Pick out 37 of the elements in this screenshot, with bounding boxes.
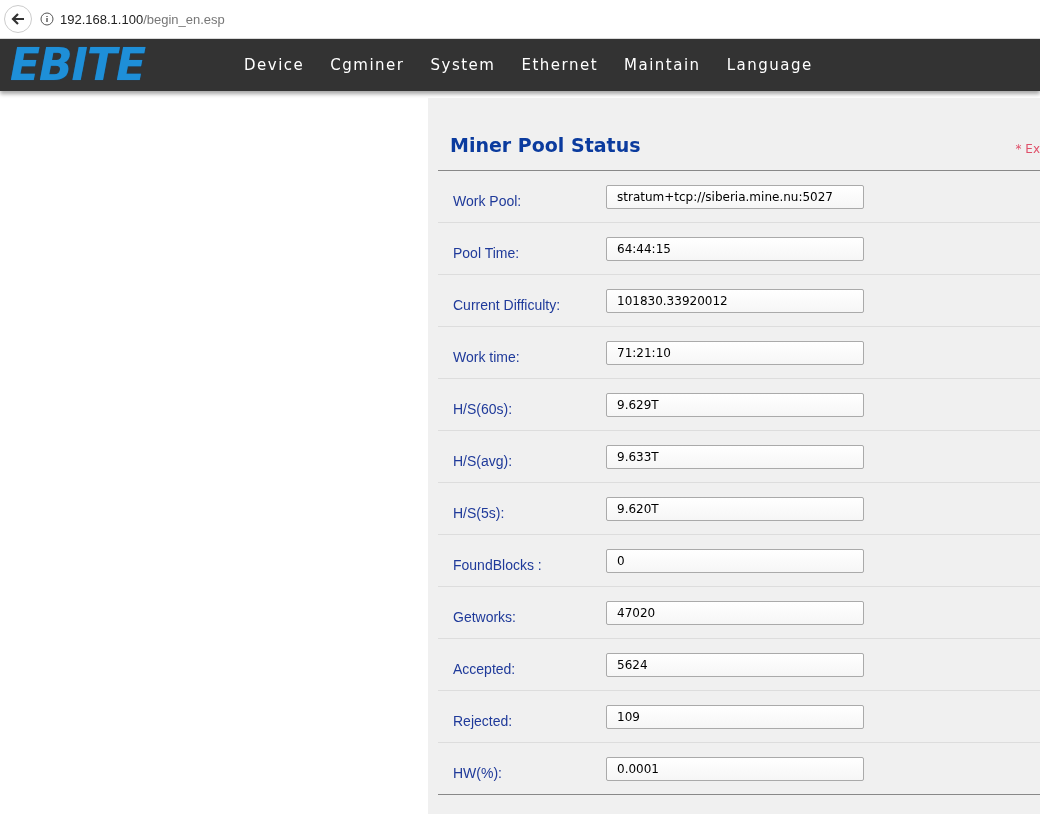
- field-label: H/S(5s):: [452, 504, 506, 521]
- panel-title: Miner Pool Status: [450, 134, 641, 156]
- nav-link[interactable]: System: [430, 56, 496, 74]
- value-field[interactable]: 71:21:10: [606, 340, 864, 365]
- note-text: * Ex: [1015, 142, 1040, 156]
- value-field[interactable]: 47020: [606, 600, 864, 625]
- value-field[interactable]: 109: [606, 704, 864, 729]
- field-label: Rejected:: [452, 712, 514, 729]
- value-field[interactable]: 9.620T: [606, 496, 864, 521]
- field-label: Current Difficulty:: [452, 296, 562, 313]
- field-label: Work Pool:: [452, 192, 523, 209]
- field-label: Getworks:: [452, 608, 517, 625]
- info-icon: [40, 12, 54, 26]
- logo: EBITE: [9, 43, 147, 87]
- field-label: FoundBlocks :: [452, 556, 543, 573]
- value-field[interactable]: 9.629T: [606, 392, 864, 417]
- nav-link[interactable]: Cgminer: [330, 56, 405, 74]
- field-label: Pool Time:: [452, 244, 521, 261]
- value-field[interactable]: 64:44:15: [606, 236, 864, 261]
- field-label: Accepted:: [452, 660, 517, 677]
- nav-link[interactable]: Ethernet: [521, 56, 599, 74]
- field-label: H/S(60s):: [452, 400, 514, 417]
- nav-link[interactable]: Language: [726, 56, 813, 74]
- back-button[interactable]: [4, 5, 32, 33]
- value-field[interactable]: 0: [606, 548, 864, 573]
- field-label: HW(%):: [452, 764, 503, 781]
- value-field[interactable]: 9.633T: [606, 444, 864, 469]
- field-label: H/S(avg):: [452, 452, 514, 469]
- field-label: Work time:: [452, 348, 521, 365]
- nav-link[interactable]: Maintain: [624, 56, 701, 74]
- nav-link[interactable]: Device: [244, 56, 305, 74]
- value-field[interactable]: stratum+tcp://siberia.mine.nu:5027: [606, 184, 864, 209]
- back-arrow-icon: [10, 11, 26, 27]
- value-field[interactable]: 101830.33920012: [606, 288, 864, 313]
- value-field[interactable]: 5624: [606, 652, 864, 677]
- value-field[interactable]: 0.0001: [606, 756, 864, 781]
- url-text[interactable]: 192.168.1.100/begin_en.esp: [60, 11, 225, 27]
